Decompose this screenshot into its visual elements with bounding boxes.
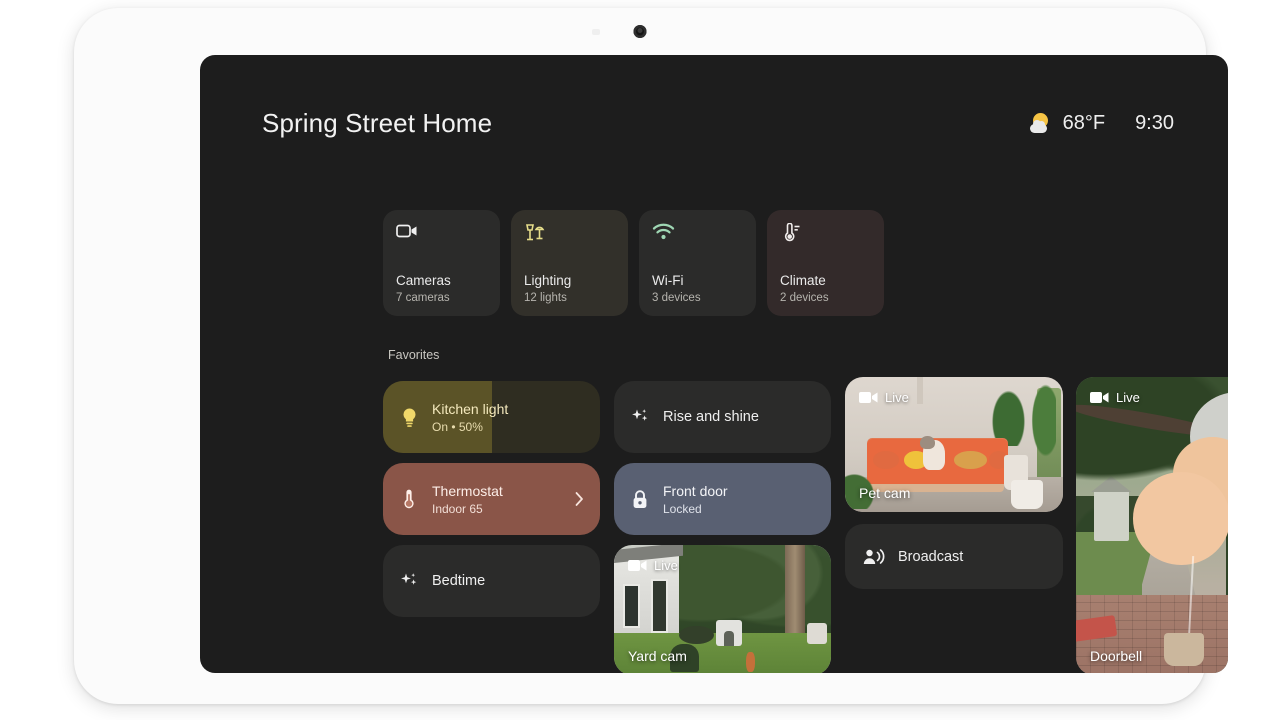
favorites-column-1: Kitchen light On • 50% Thermostat Indoor… <box>383 381 600 617</box>
favorite-tile-front-door[interactable]: Front door Locked <box>614 463 831 535</box>
camera-name: Yard cam <box>628 648 687 664</box>
weather-temperature: 68°F <box>1062 111 1106 134</box>
quick-tile-label: Lighting <box>524 273 572 289</box>
favorite-tile-thermostat[interactable]: Thermostat Indoor 65 <box>383 463 600 535</box>
clock-time: 9:30 <box>1135 111 1174 134</box>
favorite-tile-rise-and-shine[interactable]: Rise and shine <box>614 381 831 453</box>
lamps-icon <box>524 223 615 245</box>
sun-behind-cloud-icon <box>1029 112 1054 134</box>
live-badge: Live <box>628 558 678 573</box>
camera-tile-doorbell[interactable]: Live Doorbell <box>1076 377 1228 673</box>
tile-state: Indoor 65 <box>432 501 483 516</box>
quick-tile-label: Wi-Fi <box>652 273 684 289</box>
ambient-light-sensor-icon <box>592 29 600 35</box>
tile-name: Thermostat <box>432 482 503 499</box>
quick-tile-wifi[interactable]: Wi-Fi 3 devices <box>639 210 756 316</box>
doorbell-cam-feed <box>1076 377 1228 673</box>
quick-tile-label: Cameras <box>396 273 451 289</box>
camera-tile-yard-cam[interactable]: Live Yard cam <box>614 545 831 673</box>
quick-tile-label: Climate <box>780 273 826 289</box>
quick-tile-sublabel: 2 devices <box>780 292 829 304</box>
tile-name: Front door <box>663 482 728 499</box>
tile-name: Rise and shine <box>663 409 759 425</box>
favorite-tile-broadcast[interactable]: Broadcast <box>845 524 1063 589</box>
video-camera-filled-icon <box>628 559 647 572</box>
live-label: Live <box>885 390 909 405</box>
lock-closed-icon <box>630 489 650 510</box>
favorite-tile-kitchen-light[interactable]: Kitchen light On • 50% <box>383 381 600 453</box>
tablet-device-frame: Spring Street Home 68°F 9:30 Cameras 7 c… <box>74 8 1228 704</box>
thermometer-icon <box>780 223 871 245</box>
broadcast-icon <box>863 548 885 566</box>
live-label: Live <box>654 558 678 573</box>
camera-name: Pet cam <box>859 485 911 501</box>
camera-tile-pet-cam[interactable]: Live Pet cam <box>845 377 1063 512</box>
video-camera-icon <box>396 223 487 245</box>
live-badge: Live <box>1090 390 1140 405</box>
quick-tile-cameras[interactable]: Cameras 7 cameras <box>383 210 500 316</box>
quick-tile-sublabel: 3 devices <box>652 292 701 304</box>
video-camera-filled-icon <box>1090 391 1109 404</box>
weather-widget[interactable]: 68°F <box>1029 111 1106 135</box>
favorites-section-label: Favorites <box>388 348 440 362</box>
quick-tile-climate[interactable]: Climate 2 devices <box>767 210 884 316</box>
page-title: Spring Street Home <box>262 107 493 138</box>
quick-action-tiles: Cameras 7 cameras Lighting 12 lights Wi-… <box>383 210 884 316</box>
tile-name: Bedtime <box>432 573 486 589</box>
quick-tile-sublabel: 12 lights <box>524 292 567 304</box>
live-label: Live <box>1116 390 1140 405</box>
status-cluster: 68°F 9:30 <box>1029 111 1174 135</box>
thermostat-icon <box>399 489 419 510</box>
quick-tile-sublabel: 7 cameras <box>396 292 450 304</box>
wifi-icon <box>652 223 743 245</box>
front-camera-lens-icon <box>633 25 647 38</box>
sparkles-icon <box>630 407 650 427</box>
tile-state: On • 50% <box>432 419 483 434</box>
favorite-tile-bedtime[interactable]: Bedtime <box>383 545 600 617</box>
screen-header: Spring Street Home 68°F 9:30 <box>262 100 1174 146</box>
favorites-column-2: Rise and shine Front door Locked <box>614 381 831 535</box>
camera-name: Doorbell <box>1090 648 1143 664</box>
tile-name: Kitchen light <box>432 400 509 417</box>
video-camera-filled-icon <box>859 391 878 404</box>
tile-name: Broadcast <box>898 548 964 565</box>
chevron-right-icon[interactable] <box>575 492 584 507</box>
lightbulb-icon <box>399 407 419 428</box>
tile-state: Locked <box>663 501 702 516</box>
sparkles-icon <box>399 571 419 591</box>
tablet-screen: Spring Street Home 68°F 9:30 Cameras 7 c… <box>200 55 1228 673</box>
quick-tile-lighting[interactable]: Lighting 12 lights <box>511 210 628 316</box>
live-badge: Live <box>859 390 909 405</box>
